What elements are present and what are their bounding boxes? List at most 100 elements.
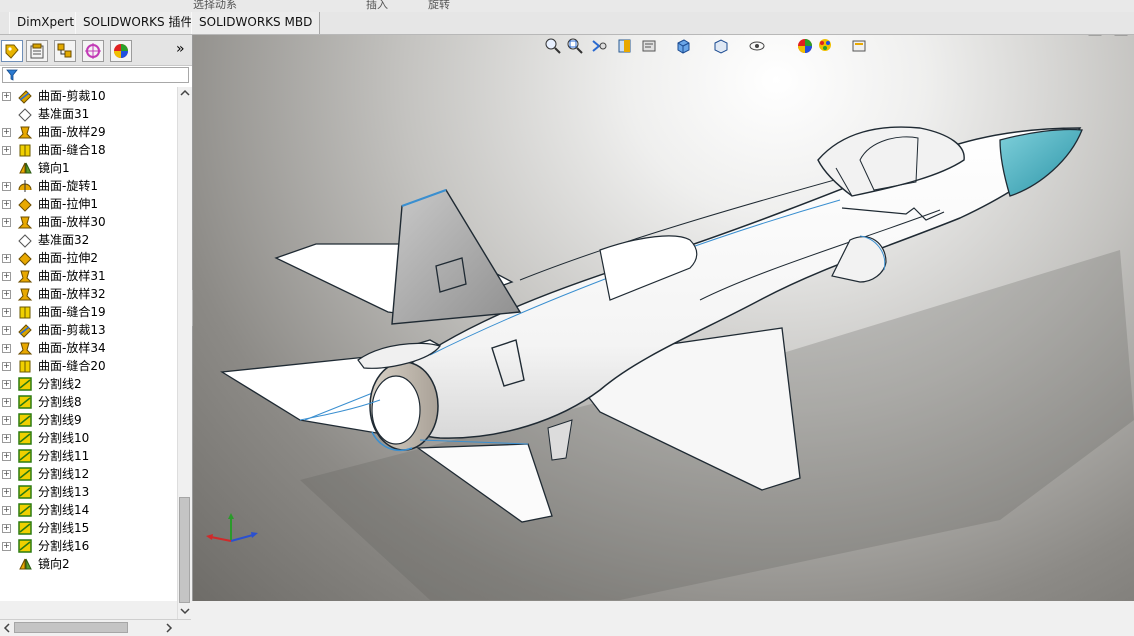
expand-icon[interactable]: + [2, 470, 11, 479]
tab-solidworks-addins[interactable]: SOLIDWORKS 插件 [75, 12, 201, 34]
tree-item-label: 曲面-缝合18 [38, 143, 106, 157]
surface-loft-icon [17, 286, 33, 302]
tree-item[interactable]: + 曲面-放样30 [0, 213, 176, 231]
tree-item-label: 分割线13 [38, 485, 90, 499]
expand-icon[interactable]: + [2, 452, 11, 461]
tree-item[interactable]: + 分割线8 [0, 393, 176, 411]
tree-item[interactable]: 镜向2 [0, 555, 176, 573]
expand-icon[interactable]: + [2, 344, 11, 353]
tree-item[interactable]: + 曲面-放样32 [0, 285, 176, 303]
tab-solidworks-mbd[interactable]: SOLIDWORKS MBD [191, 12, 321, 34]
mirror-icon [17, 556, 33, 572]
graphics-area[interactable] [193, 35, 1134, 601]
panel-expand-icon[interactable]: » [176, 41, 185, 57]
scroll-left-icon[interactable] [1, 621, 13, 635]
tree-item-label: 基准面32 [38, 233, 90, 247]
vertical-tail [391, 189, 522, 325]
tree-item[interactable]: + 分割线13 [0, 483, 176, 501]
surface-knit-icon [17, 142, 33, 158]
tree-item[interactable]: + 曲面-放样34 [0, 339, 176, 357]
expand-icon[interactable]: + [2, 308, 11, 317]
toolbar-text-fragment[interactable]: 插入 [366, 0, 388, 12]
tree-item[interactable]: + 分割线14 [0, 501, 176, 519]
expand-icon[interactable]: + [2, 272, 11, 281]
tree-item-label: 曲面-拉伸1 [38, 197, 98, 211]
expand-icon[interactable]: + [2, 542, 11, 551]
jet-fighter-model[interactable] [193, 35, 1134, 601]
expand-icon[interactable]: + [2, 218, 11, 227]
tree-item-label: 曲面-剪裁13 [38, 323, 106, 337]
tree-item[interactable]: + 曲面-剪裁10 [0, 87, 176, 105]
tree-item-label: 曲面-拉伸2 [38, 251, 98, 265]
dimxpert-manager-icon[interactable] [82, 40, 104, 62]
scrollbar-thumb[interactable] [179, 497, 190, 603]
expand-icon[interactable]: + [2, 326, 11, 335]
tree-item[interactable]: + 曲面-缝合18 [0, 141, 176, 159]
surface-loft-icon [17, 268, 33, 284]
tab-dimxpert[interactable]: DimXpert [9, 12, 83, 34]
tree-item[interactable]: + 分割线11 [0, 447, 176, 465]
display-manager-icon[interactable] [110, 40, 132, 62]
tree-item[interactable]: + 曲面-拉伸1 [0, 195, 176, 213]
expand-icon[interactable]: + [2, 380, 11, 389]
expand-icon[interactable]: + [2, 398, 11, 407]
tree-item-label: 分割线12 [38, 467, 90, 481]
property-manager-icon[interactable] [26, 40, 48, 62]
tree-item-label: 镜向1 [38, 161, 70, 175]
tree-item-label: 曲面-放样32 [38, 287, 106, 301]
tree-item-label: 分割线10 [38, 431, 90, 445]
expand-icon[interactable]: + [2, 434, 11, 443]
split-line-icon [17, 484, 33, 500]
tree-item[interactable]: + 曲面-放样31 [0, 267, 176, 285]
feature-tree: + 曲面-剪裁10 基准面31 + 曲面-放样29 + 曲面-缝合18 镜向1 + 曲面-旋转1 +… [0, 87, 176, 607]
tree-item[interactable]: + 分割线9 [0, 411, 176, 429]
expand-icon[interactable]: + [2, 92, 11, 101]
expand-icon[interactable]: + [2, 506, 11, 515]
expand-icon[interactable]: + [2, 416, 11, 425]
expand-icon[interactable]: + [2, 290, 11, 299]
tree-item[interactable]: + 曲面-缝合20 [0, 357, 176, 375]
expand-icon[interactable]: + [2, 488, 11, 497]
scrollbar-thumb[interactable] [14, 622, 128, 633]
split-line-icon [17, 502, 33, 518]
tree-item[interactable]: + 分割线10 [0, 429, 176, 447]
tree-vertical-scrollbar[interactable] [177, 87, 192, 619]
expand-icon[interactable]: + [2, 524, 11, 533]
tree-item[interactable]: 基准面31 [0, 105, 176, 123]
tree-item[interactable]: + 曲面-旋转1 [0, 177, 176, 195]
tree-item-label: 分割线8 [38, 395, 82, 409]
tree-item-label: 曲面-放样34 [38, 341, 106, 355]
tree-horizontal-scrollbar[interactable] [0, 619, 191, 636]
expand-icon[interactable]: + [2, 146, 11, 155]
scroll-right-icon[interactable] [163, 621, 175, 635]
tree-item[interactable]: + 分割线16 [0, 537, 176, 555]
tree-item-label: 曲面-放样31 [38, 269, 106, 283]
scroll-down-icon[interactable] [178, 605, 192, 617]
tree-item[interactable]: + 曲面-缝合19 [0, 303, 176, 321]
toolbar-text-fragment[interactable]: 选择动系 [193, 0, 237, 12]
command-manager-tabs: DimXpert SOLIDWORKS 插件 SOLIDWORKS MBD [0, 12, 1134, 35]
tree-item-label: 曲面-旋转1 [38, 179, 98, 193]
tree-item-label: 分割线11 [38, 449, 90, 463]
tree-item[interactable]: 镜向1 [0, 159, 176, 177]
tree-item-label: 镜向2 [38, 557, 70, 571]
tree-item[interactable]: + 曲面-放样29 [0, 123, 176, 141]
expand-icon[interactable]: + [2, 254, 11, 263]
tree-item[interactable]: + 分割线2 [0, 375, 176, 393]
expand-icon[interactable]: + [2, 128, 11, 137]
tree-item[interactable]: + 分割线15 [0, 519, 176, 537]
surface-extrude-icon [17, 250, 33, 266]
feature-manager-icon[interactable] [1, 40, 23, 62]
tree-item[interactable]: + 曲面-剪裁13 [0, 321, 176, 339]
expand-icon[interactable]: + [2, 362, 11, 371]
toolbar-text-fragment[interactable]: 旋转 [428, 0, 450, 12]
tree-item[interactable]: 基准面32 [0, 231, 176, 249]
tree-item[interactable]: + 曲面-拉伸2 [0, 249, 176, 267]
feature-filter-input[interactable] [2, 67, 189, 83]
tree-item[interactable]: + 分割线12 [0, 465, 176, 483]
scroll-up-icon[interactable] [178, 87, 192, 99]
configuration-manager-icon[interactable] [54, 40, 76, 62]
expand-icon[interactable]: + [2, 182, 11, 191]
filter-icon [6, 69, 18, 81]
expand-icon[interactable]: + [2, 200, 11, 209]
